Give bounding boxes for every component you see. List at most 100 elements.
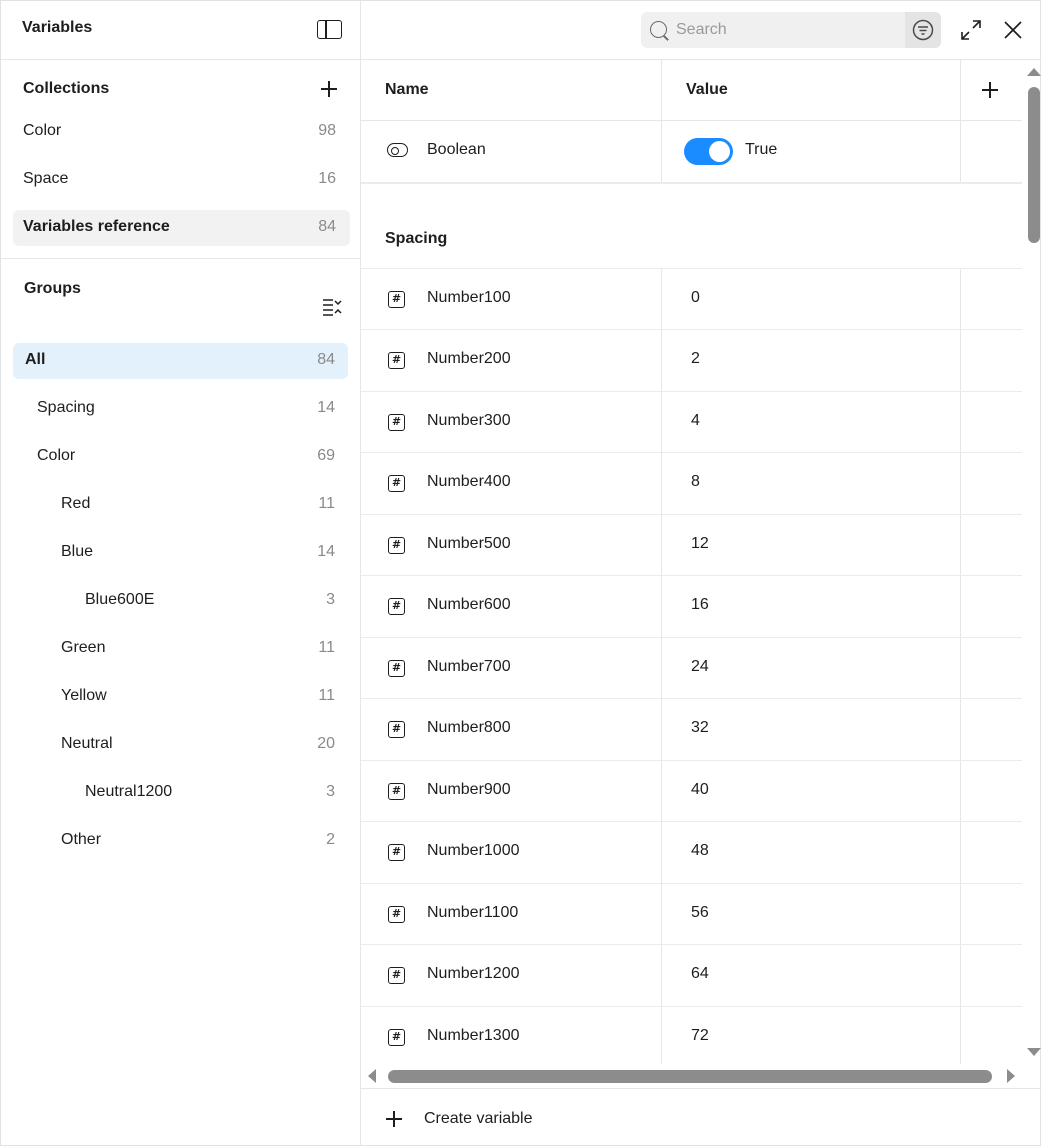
close-icon[interactable] xyxy=(1003,20,1023,40)
group-label: Green xyxy=(61,639,106,656)
group-item-all[interactable]: All 84 xyxy=(13,343,348,379)
variable-name: Number1100 xyxy=(427,903,519,921)
collection-label: Space xyxy=(23,170,69,187)
group-label: Blue600E xyxy=(85,591,155,608)
table-row[interactable]: # Number400 8 xyxy=(361,453,1022,515)
group-item-spacing[interactable]: Spacing 14 xyxy=(13,391,348,427)
horizontal-scrollbar[interactable] xyxy=(361,1064,1022,1088)
group-label: Neutral xyxy=(61,735,113,752)
variable-name: Number1200 xyxy=(427,965,520,982)
variable-value[interactable]: 0 xyxy=(691,289,700,307)
collection-item-selected[interactable]: Variables reference 84 xyxy=(13,210,350,246)
group-item-neutral[interactable]: Neutral 20 xyxy=(13,727,348,763)
variable-value[interactable]: 40 xyxy=(691,781,709,799)
variable-value[interactable]: 56 xyxy=(691,904,709,922)
group-item-blue600e[interactable]: Blue600E 3 xyxy=(13,583,348,619)
variable-name: Number600 xyxy=(427,596,511,613)
variable-name: Number100 xyxy=(427,288,511,306)
variables-table: Name Value Boolean True Spacing # Number1… xyxy=(361,60,1022,1064)
collection-count: 98 xyxy=(318,122,336,139)
variable-value[interactable]: 64 xyxy=(691,965,709,983)
table-row[interactable]: # Number200 2 xyxy=(361,330,1022,392)
group-header-label: Spacing xyxy=(385,229,448,247)
left-panel: Variables Collections Color 98 Space 16 … xyxy=(1,1,361,1146)
group-item-neutral1200[interactable]: Neutral1200 3 xyxy=(13,775,348,811)
variable-value[interactable]: 24 xyxy=(691,658,709,676)
variable-value[interactable]: 8 xyxy=(691,473,700,491)
variable-value[interactable]: 72 xyxy=(691,1027,709,1045)
scroll-down-icon[interactable] xyxy=(1027,1048,1041,1056)
group-item-green[interactable]: Green 11 xyxy=(13,631,348,667)
variable-value[interactable]: 16 xyxy=(691,596,709,614)
variable-name: Boolean xyxy=(427,141,486,158)
collapse-groups-icon[interactable] xyxy=(322,298,344,316)
table-row[interactable]: # Number1200 64 xyxy=(361,945,1022,1007)
search-input[interactable] xyxy=(676,18,901,42)
expand-icon[interactable] xyxy=(961,20,981,40)
group-item-red[interactable]: Red 11 xyxy=(13,487,348,523)
number-type-icon: # xyxy=(388,782,405,800)
variable-value[interactable]: 12 xyxy=(691,535,709,553)
number-type-icon: # xyxy=(388,844,405,861)
group-label: Blue xyxy=(61,543,94,560)
variable-name: Number1000 xyxy=(427,842,520,859)
table-row[interactable]: # Number900 40 xyxy=(361,761,1022,822)
boolean-value: True xyxy=(745,141,778,158)
table-row[interactable]: # Number500 12 xyxy=(361,515,1022,576)
vertical-scrollbar[interactable] xyxy=(1022,60,1041,1064)
right-panel-header xyxy=(361,1,1041,60)
create-variable-button[interactable]: Create variable xyxy=(361,1088,1041,1146)
column-header-name: Name xyxy=(385,81,429,98)
add-collection-button[interactable] xyxy=(319,79,339,99)
number-type-icon: # xyxy=(388,1028,405,1046)
table-row[interactable]: # Number100 0 xyxy=(361,269,1022,330)
collection-item[interactable]: Space 16 xyxy=(13,162,350,198)
add-mode-button[interactable] xyxy=(980,80,1000,100)
group-label: Spacing xyxy=(37,399,95,416)
variable-value[interactable]: 48 xyxy=(691,842,709,860)
search-icon xyxy=(650,21,667,38)
filter-button[interactable] xyxy=(905,12,941,48)
table-row[interactable]: # Number1000 48 xyxy=(361,822,1022,884)
group-label: All xyxy=(25,351,46,368)
variable-name: Number300 xyxy=(427,411,511,429)
scroll-up-icon[interactable] xyxy=(1027,68,1041,76)
group-count: 84 xyxy=(317,351,335,368)
collection-item[interactable]: Color 98 xyxy=(13,114,350,150)
variable-rows: # Number100 0 # Number200 2 # Number300 4 # Number… xyxy=(361,269,1022,1065)
group-item-color[interactable]: Color 69 xyxy=(13,439,348,475)
variable-value[interactable]: 4 xyxy=(691,412,700,430)
number-type-icon: # xyxy=(388,598,405,615)
group-item-blue[interactable]: Blue 14 xyxy=(13,535,348,571)
boolean-toggle-switch[interactable] xyxy=(684,138,733,165)
group-label: Color xyxy=(37,447,76,464)
group-count: 14 xyxy=(317,399,335,416)
horizontal-scroll-thumb[interactable] xyxy=(388,1070,992,1083)
table-row[interactable]: # Number1100 56 xyxy=(361,884,1022,945)
table-row[interactable]: # Number700 24 xyxy=(361,638,1022,699)
sidebar-toggle-icon[interactable] xyxy=(317,20,342,39)
variable-name: Number500 xyxy=(427,534,511,552)
group-label: Yellow xyxy=(61,687,107,704)
table-row[interactable]: # Number600 16 xyxy=(361,576,1022,638)
table-row[interactable]: # Number300 4 xyxy=(361,392,1022,453)
scroll-left-icon[interactable] xyxy=(368,1069,376,1083)
table-row-boolean[interactable]: Boolean True xyxy=(361,121,1022,183)
group-item-yellow[interactable]: Yellow 11 xyxy=(13,679,348,715)
group-count: 11 xyxy=(318,639,335,656)
table-row[interactable]: # Number800 32 xyxy=(361,699,1022,761)
variable-name: Number900 xyxy=(427,780,511,798)
group-header-spacing: Spacing xyxy=(361,182,1022,269)
scroll-right-icon[interactable] xyxy=(1007,1069,1015,1083)
variable-name: Number700 xyxy=(427,657,511,675)
group-item-other[interactable]: Other 2 xyxy=(13,823,348,859)
number-type-icon: # xyxy=(388,475,405,492)
group-label: Other xyxy=(61,831,102,848)
number-type-icon: # xyxy=(388,967,405,984)
variable-value[interactable]: 2 xyxy=(691,350,700,368)
variable-value[interactable]: 32 xyxy=(691,719,709,737)
table-row[interactable]: # Number1300 72 xyxy=(361,1007,1022,1065)
group-label: Red xyxy=(61,495,91,512)
vertical-scroll-thumb[interactable] xyxy=(1028,87,1040,243)
group-count: 14 xyxy=(317,543,335,560)
